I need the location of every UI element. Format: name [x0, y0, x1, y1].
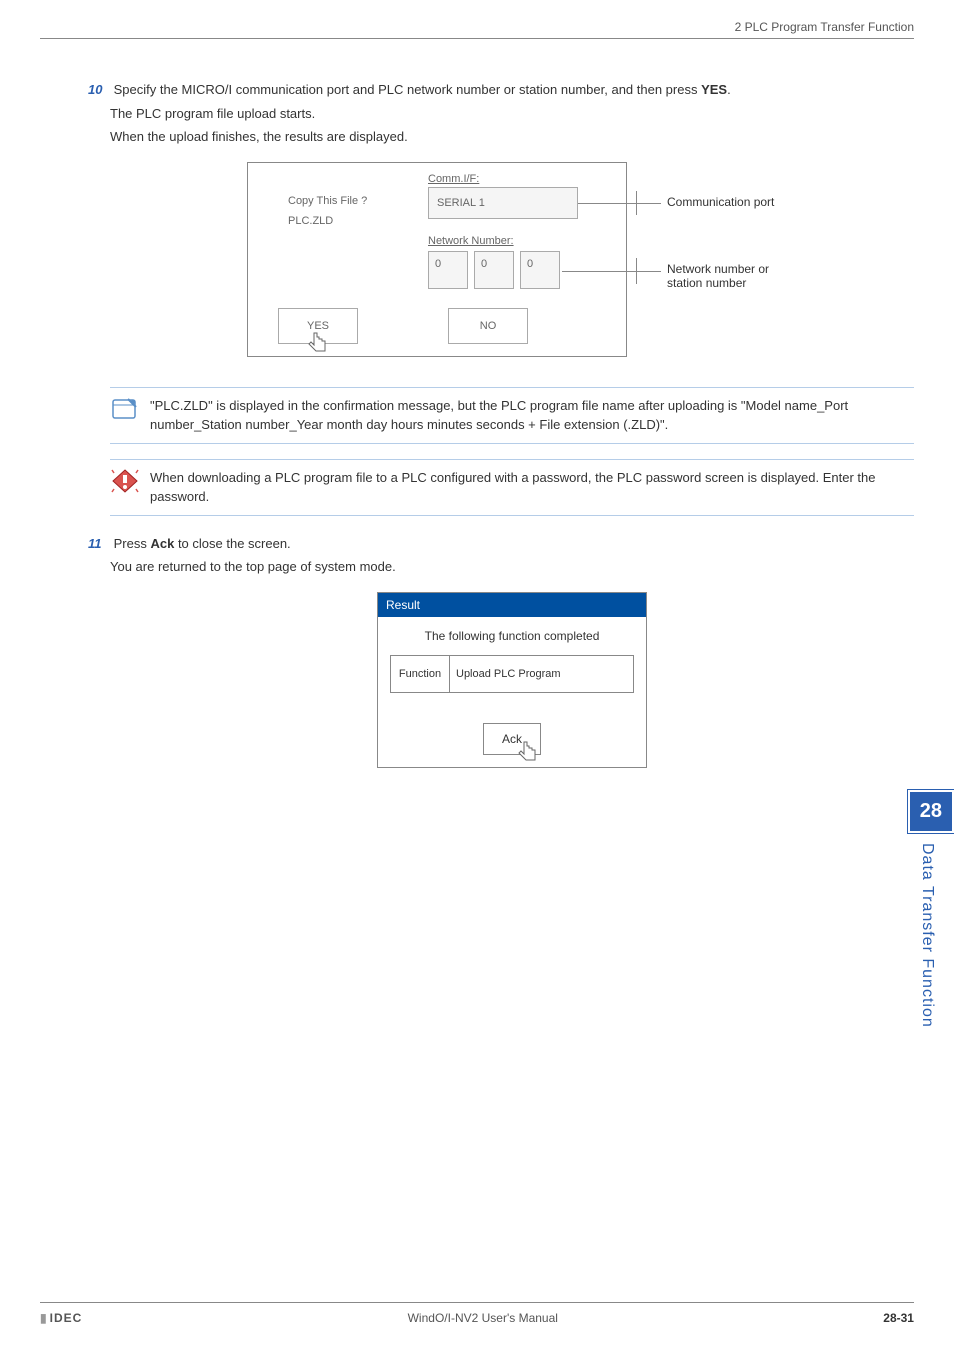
note-icon: [110, 396, 140, 422]
comm-if-label: Comm.I/F:: [428, 173, 479, 185]
callout-line: [578, 203, 638, 204]
step-10-line2: The PLC program file upload starts.: [110, 104, 914, 124]
no-button[interactable]: NO: [448, 308, 528, 344]
chapter-tab: 28 Data Transfer Function: [908, 790, 954, 1038]
step-11-ack: Ack: [150, 536, 174, 551]
step-10-yes: YES: [701, 82, 727, 97]
step-11-line2: You are returned to the top page of syst…: [110, 557, 914, 577]
step-10-text-c: .: [727, 82, 731, 97]
step-10: 10 Specify the MICRO/I communication por…: [110, 80, 914, 100]
callout-comm-port: Communication port: [667, 195, 774, 209]
result-title: Result: [378, 593, 646, 617]
callout-line: [636, 203, 661, 204]
header-divider: [40, 38, 914, 39]
note-warning: When downloading a PLC program file to a…: [110, 459, 914, 516]
callout-line: [636, 271, 661, 272]
step-10-text-a: Specify the MICRO/I communication port a…: [114, 82, 701, 97]
copy-this-file-text: Copy This File ?: [288, 195, 367, 207]
function-value: Upload PLC Program: [450, 655, 634, 693]
note-1-text: "PLC.ZLD" is displayed in the confirmati…: [150, 396, 914, 435]
pointer-icon: [518, 740, 538, 767]
footer-manual-title: WindO/I-NV2 User's Manual: [408, 1311, 558, 1325]
step-11: 11 Press Ack to close the screen.: [110, 534, 914, 554]
step-11-text-a: Press: [114, 536, 151, 551]
serial-select[interactable]: SERIAL 1: [428, 187, 578, 219]
step-10-number: 10: [88, 80, 110, 100]
ack-button[interactable]: Ack: [483, 723, 541, 755]
footer-logo: IDEC: [40, 1311, 82, 1325]
step-11-number: 11: [88, 534, 110, 554]
network-digit-2[interactable]: 0: [474, 251, 514, 289]
page-footer: IDEC WindO/I-NV2 User's Manual 28-31: [40, 1302, 914, 1325]
network-digit-1[interactable]: 0: [428, 251, 468, 289]
chapter-label: Data Transfer Function: [908, 833, 946, 1038]
function-label: Function: [390, 655, 450, 693]
network-digit-3[interactable]: 0: [520, 251, 560, 289]
upload-dialog: Comm.I/F: Copy This File ? PLC.ZLD SERIA…: [247, 162, 777, 362]
header-section: 2 PLC Program Transfer Function: [735, 20, 914, 34]
callout-network: Network number orstation number: [667, 262, 769, 290]
pointer-icon: [308, 331, 328, 358]
result-dialog: Result The following function completed …: [377, 592, 647, 768]
footer-page-number: 28-31: [883, 1311, 914, 1325]
callout-line: [562, 271, 638, 272]
step-10-line3: When the upload finishes, the results ar…: [110, 127, 914, 147]
chapter-number: 28: [908, 790, 954, 833]
network-number-label: Network Number:: [428, 235, 514, 247]
warning-icon: [110, 468, 140, 494]
note-info: "PLC.ZLD" is displayed in the confirmati…: [110, 387, 914, 444]
plc-zld-text: PLC.ZLD: [288, 215, 333, 227]
note-2-text: When downloading a PLC program file to a…: [150, 468, 914, 507]
result-message: The following function completed: [390, 629, 634, 643]
step-11-text-c: to close the screen.: [174, 536, 290, 551]
